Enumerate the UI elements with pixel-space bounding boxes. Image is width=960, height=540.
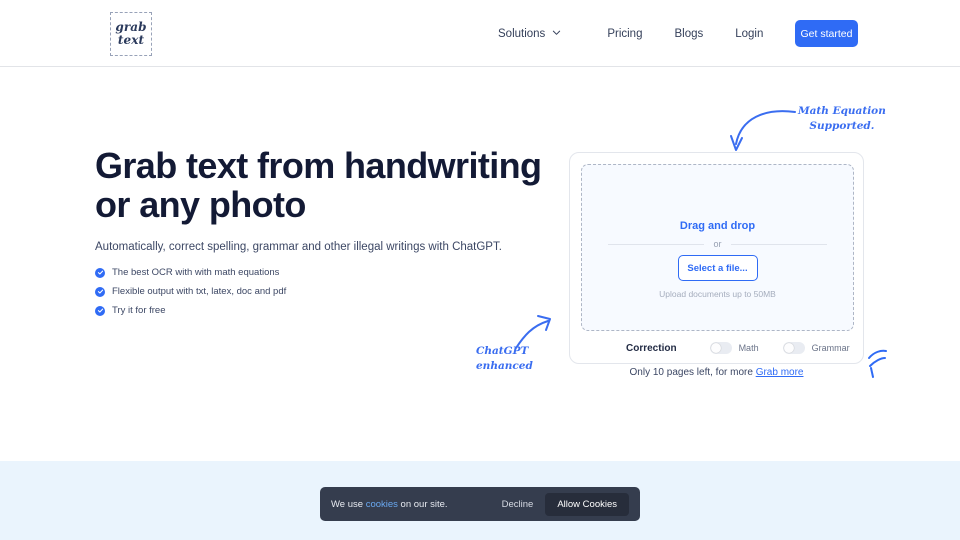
check-circle-icon	[95, 267, 105, 278]
select-file-button[interactable]: Select a file...	[677, 255, 758, 281]
logo-line-2: text	[117, 33, 145, 47]
or-divider: or	[582, 239, 853, 249]
check-circle-icon	[95, 286, 105, 297]
landing-page: grab text Solutions Pricing Blogs Login …	[0, 0, 960, 540]
logo[interactable]: grab text	[110, 12, 152, 56]
toggle-knob	[710, 343, 721, 353]
cookie-text-after: on our site.	[397, 498, 448, 510]
divider-line-left	[608, 243, 705, 245]
cookie-message: We use cookies on our site.	[331, 499, 448, 510]
annotation-math-line-2: Supported.	[809, 120, 875, 133]
feature-list: The best OCR with with math equations Fl…	[95, 264, 286, 321]
cookies-link[interactable]: cookies	[366, 499, 398, 510]
nav-item-pricing[interactable]: Pricing	[607, 28, 642, 40]
cookie-text-before: We use	[331, 498, 366, 510]
grammar-toggle-label: Grammar	[811, 343, 850, 353]
nav-item-blogs[interactable]: Blogs	[674, 28, 703, 40]
decline-cookies-button[interactable]: Decline	[498, 499, 538, 510]
divider-line-right	[730, 243, 827, 245]
hero-subtitle: Automatically, correct spelling, grammar…	[95, 241, 502, 253]
annotation-math-equation: Math Equation Supported.	[798, 104, 886, 134]
correction-row: Correction Math Grammar	[570, 337, 863, 359]
or-label: or	[713, 239, 722, 249]
feature-label: The best OCR with with math equations	[112, 267, 280, 278]
page-title: Grab text from handwriting or any photo	[95, 145, 542, 226]
annotation-chatgpt: ChatGPT enhanced	[476, 344, 533, 374]
list-item: The best OCR with with math equations	[95, 264, 286, 281]
cookie-actions: Decline Allow Cookies	[498, 492, 629, 516]
pages-left-note: Only 10 pages left, for more Grab more	[569, 367, 864, 378]
cookie-banner: We use cookies on our site. Decline Allo…	[320, 487, 640, 521]
list-item: Try it for free	[95, 302, 286, 319]
dropzone-title: Drag and drop	[679, 220, 756, 232]
sparkle-marks-icon	[868, 349, 887, 378]
feature-label: Flexible output with txt, latex, doc and…	[112, 286, 287, 297]
check-circle-icon	[95, 305, 105, 316]
math-toggle[interactable]	[709, 342, 732, 354]
get-started-button[interactable]: Get started	[795, 20, 858, 47]
math-toggle-label: Math	[738, 343, 759, 353]
nav-label-login: Login	[735, 27, 764, 40]
upload-card: Drag and drop or Select a file... Upload…	[569, 152, 864, 364]
site-header: grab text Solutions Pricing Blogs Login …	[0, 0, 960, 67]
allow-cookies-button[interactable]: Allow Cookies	[545, 492, 629, 516]
grab-more-link[interactable]: Grab more	[756, 367, 804, 378]
file-dropzone[interactable]: Drag and drop or Select a file... Upload…	[581, 164, 854, 331]
correction-label: Correction	[626, 342, 677, 354]
annotation-chatgpt-line-2: enhanced	[476, 360, 533, 373]
nav-label-pricing: Pricing	[607, 27, 643, 40]
nav-label-solutions: Solutions	[498, 27, 546, 40]
list-item: Flexible output with txt, latex, doc and…	[95, 283, 286, 300]
nav-label-blogs: Blogs	[674, 27, 704, 40]
toggle-knob	[783, 343, 794, 353]
annotation-math-line-1: Math Equation	[798, 105, 886, 117]
nav-item-solutions[interactable]: Solutions	[498, 28, 561, 40]
pages-left-text: Only 10 pages left, for more	[629, 367, 756, 378]
chevron-down-icon	[552, 28, 561, 37]
main-nav: Solutions Pricing Blogs Login	[498, 0, 795, 67]
nav-item-login[interactable]: Login	[735, 28, 763, 40]
grammar-toggle[interactable]	[782, 342, 805, 354]
upload-size-note: Upload documents up to 50MB	[659, 289, 776, 299]
feature-label: Try it for free	[112, 305, 166, 316]
annotation-chatgpt-line-1: ChatGPT	[476, 345, 529, 357]
